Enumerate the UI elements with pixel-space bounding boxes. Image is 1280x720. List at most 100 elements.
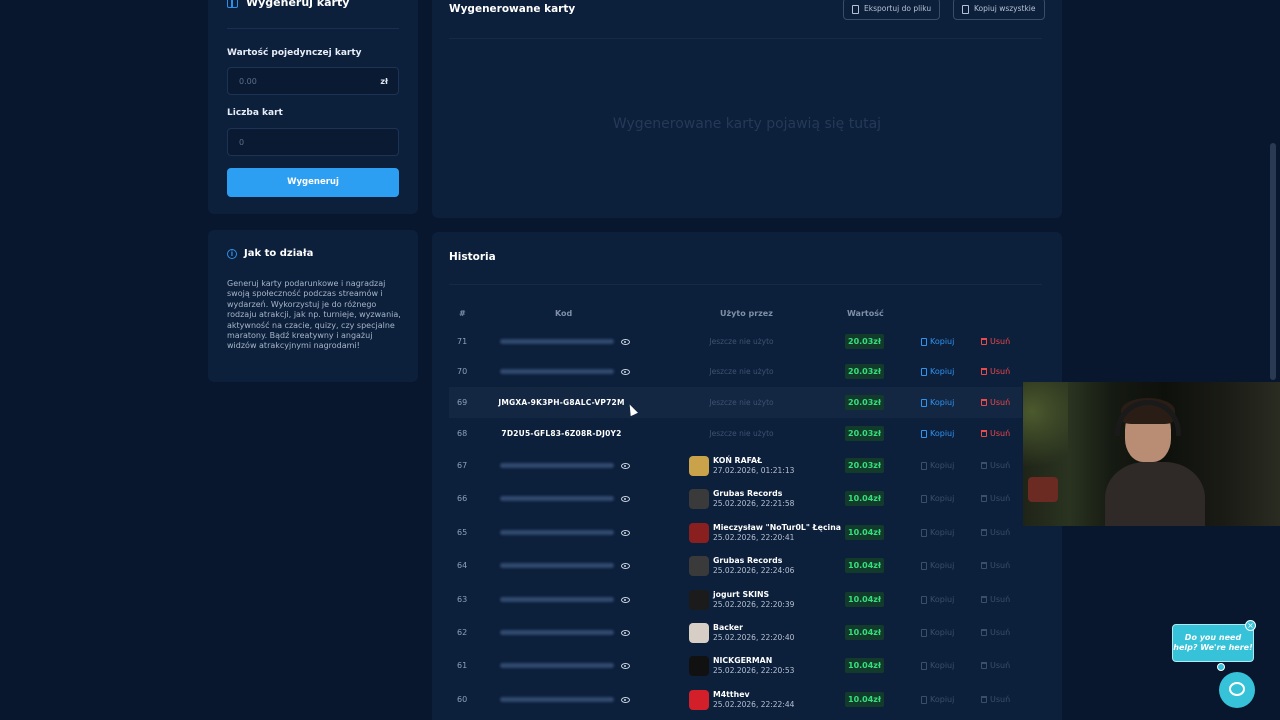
used-date: 25.02.2026, 22:21:58 [713,498,795,508]
clipboard-icon [921,528,927,537]
table-row: 68 7D2U5-GFL83-6Z08R-DJ0Y2 Jeszcze nie uży… [449,418,1022,449]
delete-button[interactable]: Usuń [981,649,1010,682]
chat-button[interactable] [1219,672,1255,708]
table-row: 70 Jeszcze nie użyto 20.03zł Kopiuj Usuń [449,356,1022,387]
divider [227,28,399,29]
card-value-input[interactable]: 0.00 zł [227,67,399,95]
card-code-hidden [499,683,614,716]
row-number: 63 [457,595,468,604]
help-close-button[interactable]: × [1245,620,1256,631]
help-bubble[interactable]: Do you need help? We're here! [1172,624,1254,662]
delete-button[interactable]: Usuń [981,616,1010,649]
table-row: 63 jogurt SKINS 25.02.2026, 22:20:39 10.0… [449,583,1022,616]
eye-icon[interactable] [620,326,630,357]
eye-icon[interactable] [620,516,630,549]
eye-icon[interactable] [620,616,630,649]
row-number: 67 [457,461,468,470]
card-code-hidden [499,583,614,616]
value-badge: 20.03zł [845,387,884,418]
history-title: Historia [449,251,496,263]
value-badge: 10.04zł [845,583,884,616]
used-date: 25.02.2026, 22:20:41 [713,532,795,542]
clipboard-icon [921,461,927,470]
copy-button[interactable]: Kopiuj [921,549,954,582]
eye-icon[interactable] [620,449,630,482]
copy-button[interactable]: Kopiuj [921,683,954,716]
card-code-hidden [499,482,614,515]
delete-button[interactable]: Usuń [981,356,1010,387]
file-export-icon [852,4,859,14]
trash-icon [981,696,987,703]
card-count-label: Liczba kart [227,108,283,118]
used-date: 25.02.2026, 22:24:06 [713,565,795,575]
avatar [689,655,709,676]
eye-icon[interactable] [620,549,630,582]
copy-button[interactable]: Kopiuj [921,516,954,549]
card-code-hidden [499,326,614,357]
trash-icon [981,629,987,636]
card-code-hidden [499,616,614,649]
delete-button[interactable]: Usuń [981,482,1010,515]
delete-button[interactable]: Usuń [981,549,1010,582]
not-used-text: Jeszcze nie użyto [709,337,774,346]
user-name: M4tthev [713,689,750,699]
row-number: 71 [457,337,468,346]
copy-button[interactable]: Kopiuj [921,649,954,682]
clipboard-icon [962,4,969,14]
table-row: 62 Backer 25.02.2026, 22:20:40 10.04zł Kop… [449,616,1022,649]
not-used-text: Jeszcze nie użyto [709,429,774,438]
avatar [689,555,709,576]
eye-icon[interactable] [620,683,630,716]
copy-button[interactable]: Kopiuj [921,616,954,649]
delete-button[interactable]: Usuń [981,326,1010,357]
delete-button[interactable]: Usuń [981,683,1010,716]
row-number: 62 [457,628,468,637]
eye-icon[interactable] [620,482,630,515]
used-date: 25.02.2026, 22:20:53 [713,665,795,675]
card-count-input[interactable]: 0 [227,128,399,156]
avatar [689,589,709,610]
delete-button[interactable]: Usuń [981,516,1010,549]
copy-button[interactable]: Kopiuj [921,326,954,357]
col-header-num: # [459,309,466,318]
user-name: Mieczysław "NoTur0L" Łęcina [713,522,842,532]
clipboard-icon [921,661,927,670]
row-number: 70 [457,367,468,376]
copy-button[interactable]: Kopiuj [921,418,954,449]
copy-button[interactable]: Kopiuj [921,387,954,418]
copy-button[interactable]: Kopiuj [921,356,954,387]
delete-button[interactable]: Usuń [981,449,1010,482]
copy-button[interactable]: Kopiuj [921,583,954,616]
row-number: 69 [457,398,468,407]
clipboard-icon [921,398,927,407]
delete-button[interactable]: Usuń [981,418,1010,449]
history-panel: Historia # Kod Użyto przez Wartość 71 Jes… [432,232,1062,720]
generate-button[interactable]: Wygeneruj [227,168,399,197]
how-it-works-text: Generuj karty podarunkowe i nagradzaj sw… [227,279,401,351]
delete-button[interactable]: Usuń [981,583,1010,616]
copy-button[interactable]: Kopiuj [921,482,954,515]
avatar [689,689,709,710]
avatar [689,522,709,543]
copy-all-button[interactable]: Kopiuj wszystkie [953,0,1045,20]
used-by-user: Grubas Records 25.02.2026, 22:24:06 [689,549,849,582]
table-row: 61 NICKGERMAN 25.02.2026, 22:20:53 10.04z… [449,649,1022,682]
trash-icon [981,368,987,375]
page-scrollbar[interactable] [1270,143,1276,380]
divider [449,38,1042,39]
trash-icon [981,596,987,603]
value-badge: 20.03zł [845,356,884,387]
eye-icon[interactable] [620,583,630,616]
eye-icon[interactable] [620,649,630,682]
used-by-user: NICKGERMAN 25.02.2026, 22:20:53 [689,649,849,682]
user-name: Grubas Records [713,555,783,565]
card-code: JMGXA-9K3PH-G8ALC-VP72M [498,398,625,407]
value-badge: 10.04zł [845,683,884,716]
eye-icon[interactable] [620,356,630,387]
export-button[interactable]: Eksportuj do pliku [843,0,941,20]
copy-button[interactable]: Kopiuj [921,449,954,482]
avatar [689,622,709,643]
value-badge: 20.03zł [845,449,884,482]
empty-state-text: Wygenerowane karty pojawią się tutaj [612,116,882,132]
delete-button[interactable]: Usuń [981,387,1010,418]
